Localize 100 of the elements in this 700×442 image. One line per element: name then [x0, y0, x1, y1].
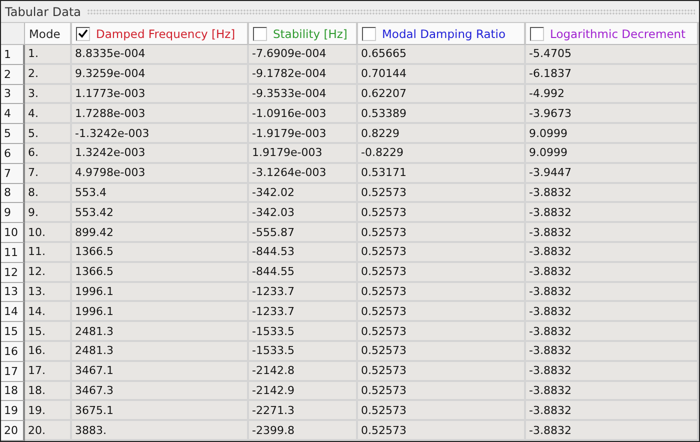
- row-number: 2: [1, 64, 25, 85]
- table-cell: 899.42: [72, 223, 249, 243]
- table-cell: -1533.5: [249, 322, 358, 342]
- column-checkbox[interactable]: [362, 26, 376, 40]
- table-cell: -9.3533e-004: [249, 84, 358, 104]
- table-cell: -1.9179e-003: [249, 124, 358, 144]
- table-cell: -3.8832: [526, 184, 699, 204]
- row-number: 4: [1, 104, 25, 124]
- table-cell: -3.8832: [526, 382, 699, 402]
- table-cell: 3467.3: [72, 382, 249, 402]
- table-cell: 19.: [25, 401, 72, 422]
- table-cell: 13.: [25, 282, 72, 302]
- table-cell: 1.: [25, 45, 72, 65]
- table-cell: 4.: [25, 104, 72, 124]
- table-cell: -3.8832: [526, 223, 699, 243]
- row-number: 14: [1, 302, 25, 322]
- row-number: 5: [1, 124, 25, 144]
- table-cell: 2481.3: [72, 322, 249, 342]
- table-cell: 0.70144: [358, 64, 526, 85]
- table-cell: 18.: [25, 382, 72, 402]
- table-cell: 2.: [25, 64, 72, 85]
- table-cell: 1.3242e-003: [72, 144, 249, 164]
- row-number: 19: [1, 401, 25, 422]
- table-cell: 553.42: [72, 203, 249, 224]
- row-number: 18: [1, 382, 25, 402]
- column-header[interactable]: Stability [Hz]: [249, 23, 358, 45]
- panel-title: Tabular Data: [5, 4, 82, 18]
- table-cell: 4.9798e-003: [72, 164, 249, 184]
- table-cell: 0.52573: [358, 282, 526, 302]
- row-number: 10: [1, 223, 25, 243]
- table-cell: -2142.8: [249, 362, 358, 382]
- table-cell: 0.62207: [358, 84, 526, 104]
- table-cell: 0.65665: [358, 45, 526, 65]
- row-number: 8: [1, 184, 25, 204]
- column-checkbox[interactable]: [253, 26, 267, 40]
- row-number: 11: [1, 242, 25, 263]
- row-number: 16: [1, 342, 25, 362]
- row-number: 13: [1, 282, 25, 302]
- table-cell: 1366.5: [72, 242, 249, 263]
- table-cell: 0.52573: [358, 184, 526, 204]
- row-number: 15: [1, 322, 25, 342]
- table-cell: -9.1782e-004: [249, 64, 358, 85]
- table-cell: 0.52573: [358, 302, 526, 322]
- table-cell: 10.: [25, 223, 72, 243]
- table-cell: 0.52573: [358, 322, 526, 342]
- table-cell: -2399.8: [249, 421, 358, 441]
- table-cell: 0.52573: [358, 421, 526, 441]
- checkmark-icon: [78, 29, 88, 38]
- table-cell: 6.: [25, 144, 72, 164]
- table-cell: -6.1837: [526, 64, 699, 85]
- table-cell: -3.9447: [526, 164, 699, 184]
- table-cell: 0.52573: [358, 401, 526, 422]
- table-cell: 20.: [25, 421, 72, 441]
- table-cell: -844.55: [249, 262, 358, 283]
- column-checkbox[interactable]: [530, 26, 544, 40]
- table-cell: 1.9179e-003: [249, 144, 358, 164]
- table-cell: 0.52573: [358, 242, 526, 263]
- table-cell: 9.0999: [526, 124, 699, 144]
- column-header[interactable]: Mode: [25, 23, 72, 45]
- table-cell: 15.: [25, 322, 72, 342]
- table-cell: 1.7288e-003: [72, 104, 249, 124]
- table-cell: 3.: [25, 84, 72, 104]
- table-cell: 11.: [25, 242, 72, 263]
- table-cell: -3.8832: [526, 342, 699, 362]
- row-number: 17: [1, 362, 25, 382]
- table-cell: 5.: [25, 124, 72, 144]
- table-cell: 3883.: [72, 421, 249, 441]
- table-cell: 0.53171: [358, 164, 526, 184]
- column-checkbox[interactable]: [76, 26, 90, 40]
- table-cell: 14.: [25, 302, 72, 322]
- column-header[interactable]: Damped Frequency [Hz]: [72, 23, 249, 45]
- table-cell: -2271.3: [249, 401, 358, 422]
- table-cell: -5.4705: [526, 45, 699, 65]
- table-cell: -3.8832: [526, 421, 699, 441]
- row-number: 6: [1, 144, 25, 164]
- table-cell: 1996.1: [72, 302, 249, 322]
- table-cell: -1.3242e-003: [72, 124, 249, 144]
- column-header[interactable]: Logarithmic Decrement: [526, 23, 699, 45]
- table-cell: -0.8229: [358, 144, 526, 164]
- column-header[interactable]: Modal Damping Ratio: [358, 23, 526, 45]
- table-cell: 553.4: [72, 184, 249, 204]
- table-cell: -1533.5: [249, 342, 358, 362]
- table-cell: -3.8832: [526, 282, 699, 302]
- row-number: 1: [1, 45, 25, 65]
- table-cell: 2481.3: [72, 342, 249, 362]
- table-cell: 0.52573: [358, 362, 526, 382]
- table-cell: -3.8832: [526, 262, 699, 283]
- table-cell: -3.8832: [526, 322, 699, 342]
- table-cell: -2142.9: [249, 382, 358, 402]
- table-cell: -4.992: [526, 84, 699, 104]
- table-cell: -3.8832: [526, 362, 699, 382]
- table-cell: -3.8832: [526, 302, 699, 322]
- table-cell: -3.9673: [526, 104, 699, 124]
- table-cell: 1.1773e-003: [72, 84, 249, 104]
- row-number: 9: [1, 203, 25, 224]
- table-cell: 0.53389: [358, 104, 526, 124]
- table-cell: 8.: [25, 184, 72, 204]
- row-number: 12: [1, 262, 25, 283]
- table-cell: 0.52573: [358, 342, 526, 362]
- table-cell: -3.8832: [526, 401, 699, 422]
